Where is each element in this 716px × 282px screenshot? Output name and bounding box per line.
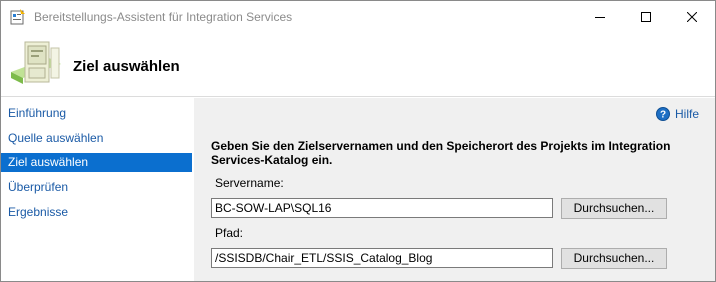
- browse-server-button[interactable]: Durchsuchen...: [561, 198, 667, 219]
- page-title: Ziel auswählen: [73, 58, 180, 75]
- wizard-header: Ziel auswählen: [1, 33, 715, 97]
- maximize-button[interactable]: [623, 1, 669, 33]
- close-icon: [687, 12, 697, 22]
- sidebar-item-ueberpruefen[interactable]: Überprüfen: [1, 178, 192, 197]
- path-input[interactable]: [211, 248, 553, 268]
- window-title: Bereitstellungs-Assistent für Integratio…: [34, 10, 293, 24]
- svg-text:?: ?: [660, 110, 666, 121]
- title-bar[interactable]: Bereitstellungs-Assistent für Integratio…: [1, 1, 715, 33]
- help-icon: ?: [655, 107, 670, 121]
- instruction-text: Geben Sie den Zielservernamen und den Sp…: [211, 139, 671, 167]
- sidebar-item-quelle-auswaehlen[interactable]: Quelle auswählen: [1, 129, 192, 148]
- wizard-steps-sidebar: Einführung Quelle auswählen Ziel auswähl…: [1, 98, 194, 281]
- sidebar-item-ziel-auswaehlen[interactable]: Ziel auswählen: [1, 153, 192, 172]
- help-label: Hilfe: [674, 107, 699, 121]
- help-link[interactable]: ? Hilfe: [655, 107, 699, 121]
- server-name-input[interactable]: [211, 198, 553, 218]
- app-icon: [10, 9, 25, 25]
- minimize-icon: [595, 17, 605, 18]
- sidebar-item-einfuehrung[interactable]: Einführung: [1, 104, 192, 123]
- wizard-target-icon: [11, 41, 61, 84]
- deployment-wizard-window: Bereitstellungs-Assistent für Integratio…: [0, 0, 716, 282]
- maximize-icon: [641, 12, 651, 22]
- path-label: Pfad:: [215, 226, 244, 240]
- browse-path-button[interactable]: Durchsuchen...: [561, 248, 667, 269]
- server-name-label: Servername:: [215, 176, 284, 190]
- sidebar-item-ergebnisse[interactable]: Ergebnisse: [1, 203, 192, 222]
- close-button[interactable]: [669, 1, 715, 33]
- minimize-button[interactable]: [577, 1, 623, 33]
- main-panel: ? Hilfe Geben Sie den Zielservernamen un…: [194, 98, 715, 281]
